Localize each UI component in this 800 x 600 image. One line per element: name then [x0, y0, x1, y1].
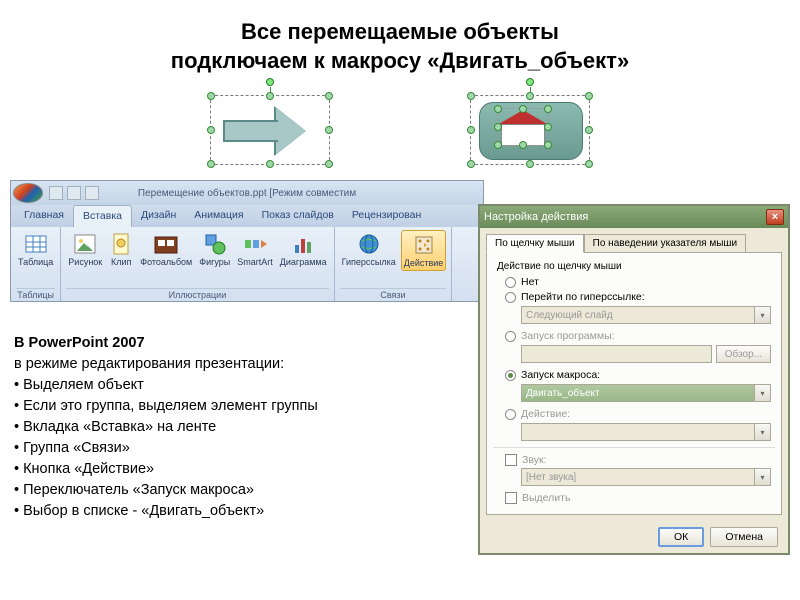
globe-icon: [357, 232, 381, 256]
tab-design[interactable]: Дизайн: [132, 205, 185, 227]
chart-icon: [291, 232, 315, 256]
action-icon: [412, 233, 436, 257]
save-icon[interactable]: [49, 186, 63, 200]
group-tables: Таблица Таблицы: [11, 227, 61, 301]
hyperlink-combo[interactable]: Следующий слайд ▾: [521, 306, 771, 324]
ribbon-tabs: Главная Вставка Дизайн Анимация Показ сл…: [11, 205, 483, 227]
chevron-down-icon[interactable]: ▾: [755, 384, 771, 402]
sound-checkbox-row[interactable]: Звук:: [505, 454, 771, 466]
action-settings-dialog: Настройка действия × По щелчку мыши По н…: [478, 204, 790, 555]
dialog-panel: Действие по щелчку мыши Нет Перейти по г…: [486, 252, 782, 515]
selected-group-shape[interactable]: [470, 95, 590, 165]
smartart-icon: [243, 232, 267, 256]
window-titlebar: Перемещение объектов.ppt [Режим совмести…: [11, 181, 483, 205]
title-line-1: Все перемещаемые объекты: [20, 18, 780, 47]
action-button[interactable]: Действие: [401, 230, 447, 271]
cancel-button[interactable]: Отмена: [710, 527, 778, 547]
chevron-down-icon[interactable]: ▾: [755, 423, 771, 441]
chevron-down-icon[interactable]: ▾: [755, 468, 771, 486]
radio-icon: [505, 292, 516, 303]
radio-icon: [505, 277, 516, 288]
powerpoint-ribbon: Перемещение объектов.ppt [Режим совмести…: [10, 180, 484, 302]
window-title: Перемещение объектов.ppt [Режим совмести…: [138, 188, 356, 199]
action-group-label: Действие по щелчку мыши: [497, 261, 771, 272]
checkbox-icon: [505, 454, 517, 466]
instructions-text: В PowerPoint 2007 в режиме редактировани…: [14, 333, 464, 522]
ribbon-body: Таблица Таблицы Рисунок Клип Фотоальбом …: [11, 227, 483, 301]
table-icon: [24, 232, 48, 256]
tab-slideshow[interactable]: Показ слайдов: [253, 205, 343, 227]
radio-none[interactable]: Нет: [505, 276, 771, 288]
inner-selection: [497, 108, 549, 146]
hyperlink-button[interactable]: Гиперссылка: [340, 230, 398, 271]
tab-insert[interactable]: Вставка: [73, 205, 132, 227]
shapes-button[interactable]: Фигуры: [197, 230, 232, 269]
undo-icon[interactable]: [67, 186, 81, 200]
photoalbum-icon: [154, 232, 178, 256]
chevron-down-icon[interactable]: ▾: [755, 306, 771, 324]
radio-run-program[interactable]: Запуск программы:: [505, 330, 771, 342]
chart-button[interactable]: Диаграмма: [278, 230, 329, 269]
tab-home[interactable]: Главная: [15, 205, 73, 227]
table-button[interactable]: Таблица: [16, 230, 55, 269]
title-line-2: подключаем к макросу «Двигать_объект»: [20, 47, 780, 76]
dialog-title-text: Настройка действия: [484, 211, 588, 223]
dialog-tabs: По щелчку мыши По наведении указателя мы…: [480, 228, 788, 252]
group-links: Гиперссылка Действие Связи: [335, 227, 453, 301]
picture-icon: [73, 232, 97, 256]
radio-icon: [505, 370, 516, 381]
clip-button[interactable]: Клип: [107, 230, 135, 269]
radio-run-macro[interactable]: Запуск макроса:: [505, 369, 771, 381]
instructions-heading: В PowerPoint 2007: [14, 335, 145, 351]
smartart-button[interactable]: SmartArt: [235, 230, 275, 269]
checkbox-icon: [505, 492, 517, 504]
photoalbum-button[interactable]: Фотоальбом: [138, 230, 194, 269]
selected-arrow-shape[interactable]: [210, 95, 330, 165]
arrow-icon: [223, 108, 319, 154]
highlight-checkbox-row[interactable]: Выделить: [505, 492, 771, 504]
macro-combo[interactable]: Двигать_объект ▾: [521, 384, 771, 402]
tab-animation[interactable]: Анимация: [185, 205, 252, 227]
program-path-field[interactable]: [521, 345, 712, 363]
close-icon: ×: [772, 211, 778, 223]
sound-combo[interactable]: [Нет звука] ▾: [521, 468, 771, 486]
quick-access-toolbar[interactable]: [49, 186, 99, 200]
example-shapes: [0, 95, 800, 165]
radio-icon: [505, 331, 516, 342]
tab-on-hover[interactable]: По наведении указателя мыши: [584, 234, 746, 252]
object-action-combo[interactable]: ▾: [521, 423, 771, 441]
picture-button[interactable]: Рисунок: [66, 230, 104, 269]
group-illustrations: Рисунок Клип Фотоальбом Фигуры SmartArt …: [61, 227, 334, 301]
dialog-buttons: ОК Отмена: [480, 521, 788, 553]
clip-icon: [109, 232, 133, 256]
ok-button[interactable]: ОК: [658, 527, 704, 547]
close-button[interactable]: ×: [766, 209, 784, 225]
radio-icon: [505, 409, 516, 420]
shapes-icon: [203, 232, 227, 256]
office-button[interactable]: [13, 183, 43, 203]
radio-hyperlink[interactable]: Перейти по гиперссылке:: [505, 291, 771, 303]
radio-object-action[interactable]: Действие:: [505, 408, 771, 420]
browse-button[interactable]: Обзор...: [716, 345, 771, 363]
tab-on-click[interactable]: По щелчку мыши: [486, 234, 584, 253]
tab-review[interactable]: Рецензирован: [343, 205, 430, 227]
slide-title: Все перемещаемые объекты подключаем к ма…: [0, 0, 800, 85]
redo-icon[interactable]: [85, 186, 99, 200]
dialog-titlebar[interactable]: Настройка действия ×: [480, 206, 788, 228]
